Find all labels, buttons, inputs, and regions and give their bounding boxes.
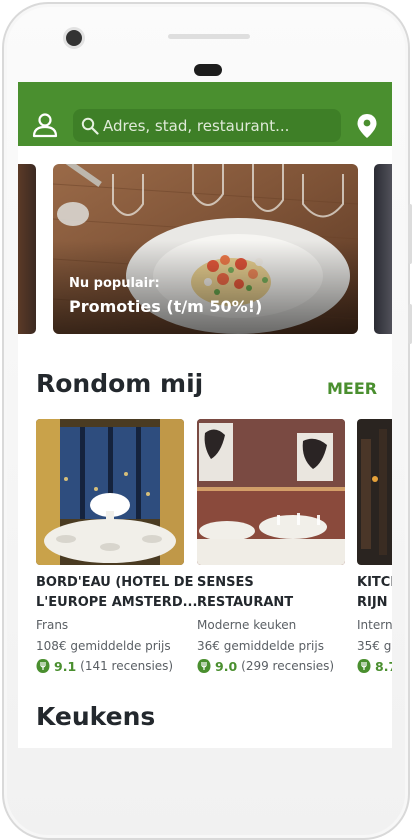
restaurant-photo [36,419,184,565]
restaurant-name-line: SENSES [197,575,254,590]
restaurant-reviews: (141 recensies) [80,659,174,673]
restaurant-reviews: (299 recensies) [241,659,335,673]
fork-rating-icon [36,659,50,673]
restaurant-cuisine: Moderne keuken [197,618,297,632]
restaurant-score: 8.7 [375,658,392,674]
cuisines-section-title: Keukens [36,702,156,731]
user-icon[interactable] [32,112,58,138]
restaurant-rating: 8.7 [357,656,392,676]
restaurant-card[interactable]: SENSES RESTAURANT Moderne keuken 36€ gem… [197,419,345,676]
restaurant-cuisine: Internat [357,618,392,632]
restaurant-photo [197,419,345,565]
earpiece-speaker [168,34,250,39]
restaurant-rating: 9.0 (299 recensies) [197,656,345,676]
app-screen: Nu populair: Promoties (t/m 50%!) Rondom… [18,82,392,748]
restaurant-card[interactable]: KITCH RIJN Internat 35€ ge 8.7 [357,419,392,676]
nearby-section-title: Rondom mij [36,369,204,398]
restaurant-rating: 9.1 (141 recensies) [36,656,184,676]
restaurant-name-line: RIJN [357,595,388,610]
restaurant-price: 35€ ge [357,639,392,653]
restaurant-name-line: L'EUROPE AMSTERD... [36,595,198,610]
power-button [408,304,412,344]
restaurant-price: 108€ gemiddelde prijs [36,639,171,653]
fork-rating-icon [197,659,211,673]
restaurant-card[interactable]: BORD'EAU (HOTEL DE L'EUROPE AMSTERD... F… [36,419,198,676]
front-camera [66,30,82,46]
carousel-next-slide[interactable] [374,164,392,334]
proximity-sensor [194,64,222,76]
search-icon [81,117,99,135]
volume-button [408,204,412,264]
carousel-prev-slide[interactable] [18,164,36,334]
search-input[interactable] [103,109,333,142]
app-header [18,82,392,146]
restaurant-photo [357,419,392,565]
restaurant-cuisine: Frans [36,618,69,632]
restaurant-score: 9.1 [54,658,77,674]
restaurant-name-line: RESTAURANT [197,595,294,610]
promo-subtitle: Nu populair: [69,276,160,291]
promo-title: Promoties (t/m 50%!) [69,297,263,316]
search-bar[interactable] [73,109,341,142]
fork-rating-icon [357,659,371,673]
restaurant-name-line: BORD'EAU (HOTEL DE [36,575,194,590]
nearby-more-link[interactable]: MEER [327,379,377,398]
location-pin-icon[interactable] [356,113,378,139]
featured-promo-card[interactable]: Nu populair: Promoties (t/m 50%!) [53,164,358,334]
restaurant-price: 36€ gemiddelde prijs [197,639,324,653]
restaurant-name-line: KITCH [357,575,392,590]
restaurant-score: 9.0 [215,658,238,674]
